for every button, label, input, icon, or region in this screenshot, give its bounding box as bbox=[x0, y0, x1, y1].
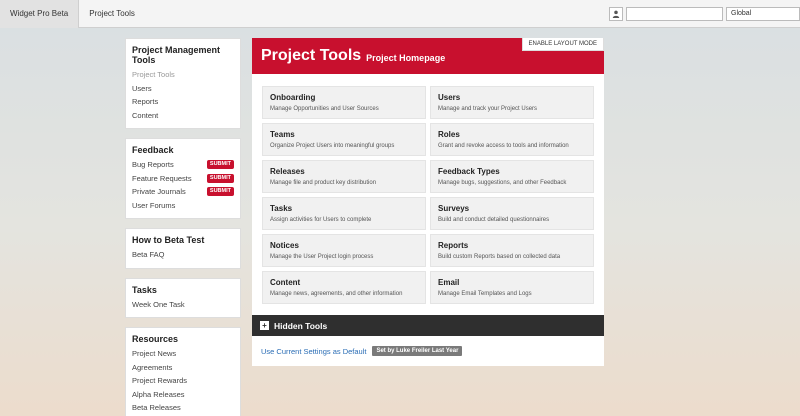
tile-notices[interactable]: Notices Manage the User Project login pro… bbox=[262, 234, 426, 267]
sidebar-item-beta-releases[interactable]: Beta Releases bbox=[132, 401, 234, 415]
tile-name: Releases bbox=[270, 167, 305, 176]
page-subtitle: Project Homepage bbox=[366, 52, 446, 63]
sidebar-item-label: Week One Task bbox=[132, 299, 185, 309]
tile-name: Notices bbox=[270, 241, 299, 250]
settings-footer: Use Current Settings as Default Set by L… bbox=[261, 346, 463, 356]
tile-name: Users bbox=[438, 93, 461, 102]
tile-description: Assign activities for Users to complete bbox=[270, 217, 372, 223]
tile-description: Manage news, agreements, and other infor… bbox=[270, 291, 403, 297]
sidebar-item-project-news[interactable]: Project News bbox=[132, 347, 234, 361]
tile-tasks[interactable]: Tasks Assign activities for Users to comp… bbox=[262, 197, 426, 230]
tile-content[interactable]: Content Manage news, agreements, and othe… bbox=[262, 271, 426, 304]
sidebar-item-content[interactable]: Content bbox=[132, 109, 234, 123]
set-by-badge: Set by Luke Freiler Last Year bbox=[372, 346, 463, 356]
sidebar-item-label: Content bbox=[132, 110, 159, 120]
tile-email[interactable]: Email Manage Email Templates and Logs bbox=[430, 271, 594, 304]
sidebar-item-label: Alpha Releases bbox=[132, 389, 185, 399]
sidebar: Project Management Tools Project Tools U… bbox=[125, 38, 241, 416]
tile-description: Grant and revoke access to tools and inf… bbox=[438, 143, 569, 149]
panel-resources: Resources Project News Agreements Projec… bbox=[125, 327, 241, 416]
tile-description: Manage the User Project login process bbox=[270, 254, 374, 260]
sidebar-item-label: User Forums bbox=[132, 200, 176, 210]
tile-name: Surveys bbox=[438, 204, 470, 213]
sidebar-item-week-one-task[interactable]: Week One Task bbox=[132, 298, 234, 312]
sidebar-item-project-tools[interactable]: Project Tools bbox=[132, 68, 234, 82]
tile-description: Manage Email Templates and Logs bbox=[438, 291, 532, 297]
search-input[interactable] bbox=[626, 7, 723, 21]
tile-name: Reports bbox=[438, 241, 469, 250]
tile-users[interactable]: Users Manage and track your Project Users bbox=[430, 86, 594, 119]
tab-project-tools[interactable]: Project Tools bbox=[79, 0, 145, 28]
use-default-settings-link[interactable]: Use Current Settings as Default bbox=[261, 347, 366, 356]
sidebar-item-label: Project Tools bbox=[132, 70, 175, 79]
tile-description: Manage and track your Project Users bbox=[438, 106, 538, 112]
panel-title: How to Beta Test bbox=[132, 235, 205, 245]
tile-name: Teams bbox=[270, 130, 295, 139]
sidebar-item-bug-reports[interactable]: Bug Reports SUBMIT bbox=[132, 158, 234, 172]
submit-badge[interactable]: SUBMIT bbox=[206, 187, 234, 197]
tile-reports[interactable]: Reports Build custom Reports based on col… bbox=[430, 234, 594, 267]
sidebar-item-label: Beta Releases bbox=[132, 403, 181, 412]
sidebar-item-feature-requests[interactable]: Feature Requests SUBMIT bbox=[132, 172, 234, 186]
top-bar-controls: Global bbox=[609, 0, 800, 28]
tile-name: Roles bbox=[438, 130, 460, 139]
tile-description: Build custom Reports based on collected … bbox=[438, 254, 561, 260]
user-icon[interactable] bbox=[609, 7, 623, 21]
tile-teams[interactable]: Teams Organize Project Users into meaning… bbox=[262, 123, 426, 156]
plus-icon: + bbox=[260, 321, 269, 330]
sidebar-item-label: Agreements bbox=[132, 362, 173, 372]
tile-name: Email bbox=[438, 278, 460, 287]
tile-surveys[interactable]: Surveys Build and conduct detailed questi… bbox=[430, 197, 594, 230]
sidebar-item-beta-faq[interactable]: Beta FAQ bbox=[132, 248, 234, 262]
page-title: Project Tools bbox=[261, 47, 362, 64]
sidebar-item-alpha-releases[interactable]: Alpha Releases bbox=[132, 388, 234, 402]
sidebar-item-private-journals[interactable]: Private Journals SUBMIT bbox=[132, 185, 234, 199]
sidebar-item-label: Users bbox=[132, 83, 152, 93]
panel-feedback: Feedback Bug Reports SUBMIT Feature Reque… bbox=[125, 138, 241, 219]
page-header: Project Tools Project Homepage ENABLE LA… bbox=[252, 38, 604, 74]
enable-layout-mode-button[interactable]: ENABLE LAYOUT MODE bbox=[521, 38, 604, 51]
sidebar-item-reports[interactable]: Reports bbox=[132, 95, 234, 109]
panel-project-management: Project Management Tools Project Tools U… bbox=[125, 38, 241, 129]
tile-onboarding[interactable]: Onboarding Manage Opportunities and User … bbox=[262, 86, 426, 119]
panel-title: Project Management Tools bbox=[132, 45, 221, 65]
submit-badge[interactable]: SUBMIT bbox=[206, 173, 234, 183]
scope-select[interactable]: Global bbox=[726, 7, 800, 21]
tile-name: Tasks bbox=[270, 204, 293, 213]
sidebar-item-label: Feature Requests bbox=[132, 173, 192, 183]
tile-description: Manage bugs, suggestions, and other Feed… bbox=[438, 180, 567, 186]
panel-title: Resources bbox=[132, 334, 179, 344]
top-bar: Widget Pro Beta Project Tools Global bbox=[0, 0, 800, 28]
sidebar-item-label: Beta FAQ bbox=[132, 250, 165, 259]
sidebar-item-users[interactable]: Users bbox=[132, 82, 234, 96]
tile-description: Manage Opportunities and User Sources bbox=[270, 106, 379, 112]
sidebar-item-label: Project Rewards bbox=[132, 376, 188, 385]
sidebar-item-label: Reports bbox=[132, 97, 159, 106]
main-panel: Project Tools Project Homepage ENABLE LA… bbox=[252, 38, 604, 366]
hidden-tools-toggle[interactable]: + Hidden Tools bbox=[252, 315, 604, 336]
tile-releases[interactable]: Releases Manage file and product key dist… bbox=[262, 160, 426, 193]
sidebar-item-label: Private Journals bbox=[132, 187, 186, 196]
tile-feedback-types[interactable]: Feedback Types Manage bugs, suggestions, … bbox=[430, 160, 594, 193]
submit-badge[interactable]: SUBMIT bbox=[206, 160, 234, 170]
tools-grid: Onboarding Manage Opportunities and User … bbox=[262, 86, 594, 304]
panel-title: Feedback bbox=[132, 145, 174, 155]
sidebar-item-label: Bug Reports bbox=[132, 160, 174, 169]
panel-title: Tasks bbox=[132, 284, 157, 295]
tile-name: Onboarding bbox=[270, 93, 316, 102]
panel-tasks: Tasks Week One Task bbox=[125, 277, 241, 318]
tile-roles[interactable]: Roles Grant and revoke access to tools an… bbox=[430, 123, 594, 156]
tile-description: Manage file and product key distribution bbox=[270, 180, 377, 186]
hidden-tools-label: Hidden Tools bbox=[274, 320, 328, 331]
sidebar-item-label: Project News bbox=[132, 349, 177, 358]
tile-name: Feedback Types bbox=[438, 167, 500, 176]
tile-name: Content bbox=[270, 278, 301, 287]
sidebar-item-user-forums[interactable]: User Forums bbox=[132, 199, 234, 213]
sidebar-item-project-rewards[interactable]: Project Rewards bbox=[132, 374, 234, 388]
tile-description: Build and conduct detailed questionnaire… bbox=[438, 217, 550, 223]
tile-description: Organize Project Users into meaningful g… bbox=[270, 143, 395, 149]
sidebar-item-agreements[interactable]: Agreements bbox=[132, 361, 234, 375]
panel-how-to-beta-test: How to Beta Test Beta FAQ bbox=[125, 228, 241, 269]
tab-widget-pro-beta[interactable]: Widget Pro Beta bbox=[0, 0, 80, 28]
